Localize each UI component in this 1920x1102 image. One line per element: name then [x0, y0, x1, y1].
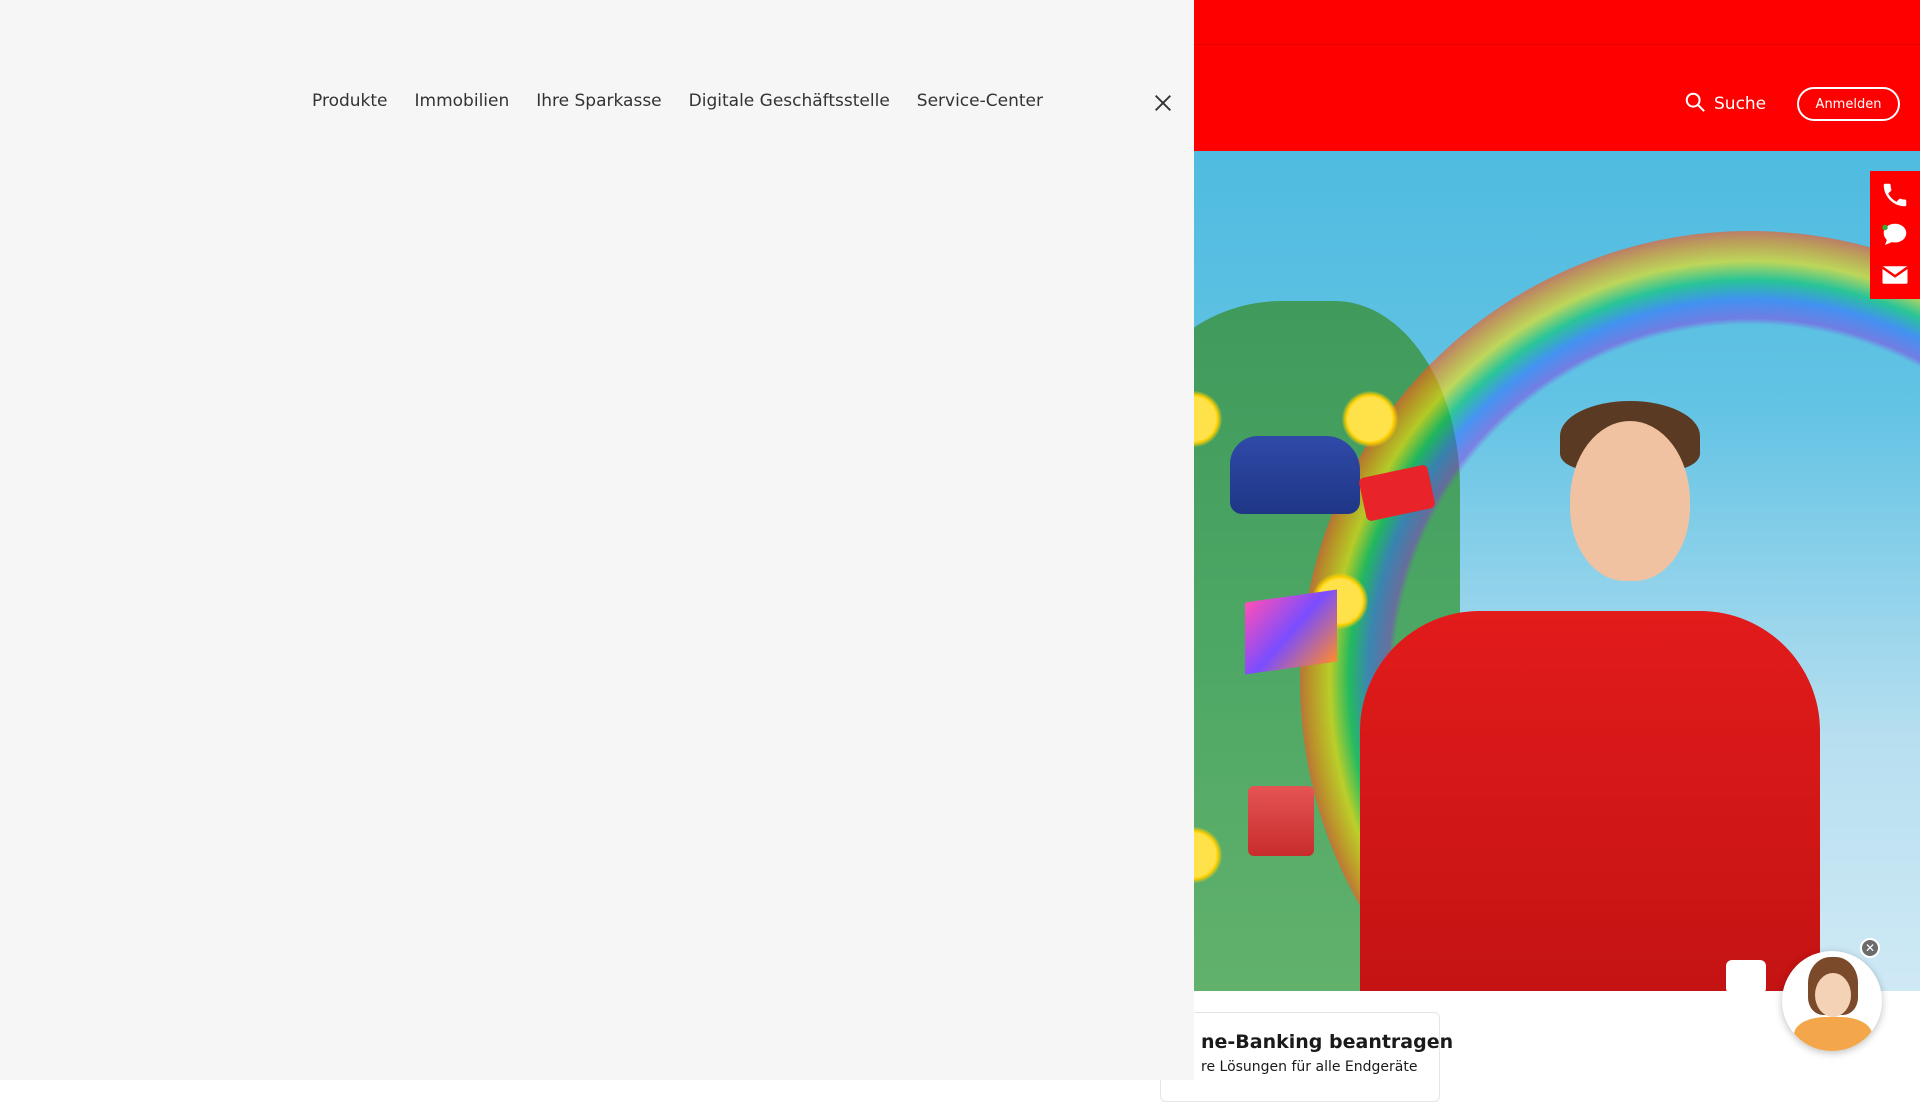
main-navigation: Produkte Immobilien Ihre Sparkasse Digit…: [312, 91, 1043, 111]
assistant-close-icon[interactable]: ✕: [1860, 938, 1880, 958]
chat-icon[interactable]: [1880, 220, 1910, 250]
tv-image: [1245, 589, 1337, 675]
online-banking-title: ne-Banking beantragen: [1201, 1031, 1454, 1053]
login-button[interactable]: Anmelden: [1797, 87, 1900, 121]
avatar-body: [1794, 1017, 1872, 1051]
phone-icon[interactable]: [1880, 180, 1910, 210]
coffee-machine-image: [1248, 786, 1314, 856]
avatar-face: [1815, 973, 1851, 1017]
contact-side-tab: [1870, 171, 1920, 299]
nav-item-digitale-geschaeftsstelle[interactable]: Digitale Geschäftsstelle: [689, 91, 890, 111]
nav-item-produkte[interactable]: Produkte: [312, 91, 388, 111]
car-image: [1230, 436, 1360, 514]
nav-item-immobilien[interactable]: Immobilien: [415, 91, 510, 111]
chat-bubble[interactable]: [1726, 960, 1766, 994]
online-banking-subtitle: re Lösungen für alle Endgeräte: [1201, 1059, 1418, 1075]
nav-item-service-center[interactable]: Service-Center: [917, 91, 1043, 111]
online-banking-card[interactable]: ne-Banking beantragen re Lösungen für al…: [1160, 1012, 1454, 1102]
person-jacket: [1360, 611, 1820, 991]
menu-overlay: Produkte Immobilien Ihre Sparkasse Digit…: [0, 0, 1194, 1080]
person-illustration: [1358, 341, 1820, 991]
mail-icon[interactable]: [1880, 260, 1910, 290]
search-icon: [1684, 91, 1706, 118]
nav-item-ihre-sparkasse[interactable]: Ihre Sparkasse: [536, 91, 661, 111]
close-icon[interactable]: [1152, 92, 1174, 114]
search-label: Suche: [1714, 94, 1767, 114]
chat-assistant-avatar[interactable]: [1782, 951, 1882, 1051]
person-head: [1570, 421, 1690, 581]
search-button[interactable]: Suche: [1684, 90, 1766, 118]
bank-card-image: [1358, 464, 1436, 522]
